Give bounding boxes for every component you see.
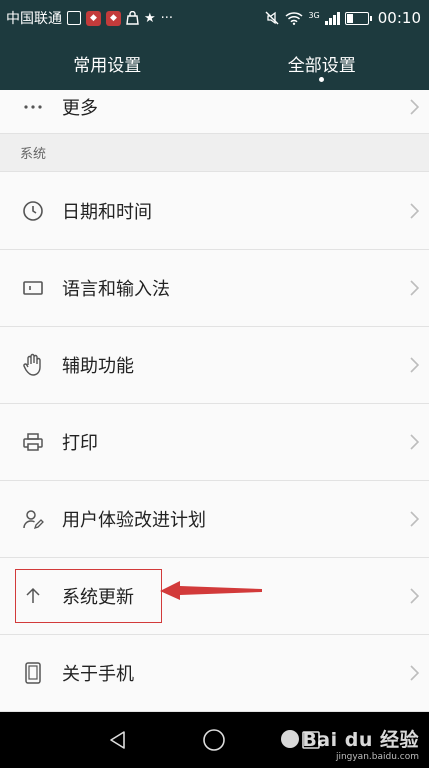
watermark-url: jingyan.baidu.com	[335, 752, 419, 762]
settings-item-label: 更多	[62, 97, 98, 119]
settings-item-system-update[interactable]: 系统更新	[0, 558, 429, 635]
tab-all-settings[interactable]: 全部设置	[215, 36, 429, 90]
back-nav-icon[interactable]	[98, 720, 138, 760]
settings-list: 更多 系统 日期和时间 语言和输入法 辅助功能 打印 用户体验改进计划 系统更新…	[0, 90, 429, 712]
settings-item-date-time[interactable]: 日期和时间	[0, 173, 429, 250]
settings-item-label: 关于手机	[62, 664, 134, 685]
bag-notification-icon	[126, 11, 139, 25]
printer-icon	[20, 429, 46, 455]
ellipsis-icon	[20, 94, 46, 120]
chevron-right-icon	[399, 665, 429, 681]
section-header-system: 系统	[0, 134, 429, 172]
hand-icon	[20, 352, 46, 378]
settings-item-label: 用户体验改进计划	[62, 510, 206, 531]
settings-item-accessibility[interactable]: 辅助功能	[0, 327, 429, 404]
chevron-right-icon	[399, 588, 429, 604]
app-notification-icon: ◆	[86, 10, 101, 26]
app-notification-icon-2: ◆	[106, 10, 121, 26]
arrow-up-icon	[20, 583, 46, 609]
battery-icon	[344, 11, 372, 25]
status-bar: 中国联通 ◆ ◆ ★ ··· 3G 00:10	[0, 0, 429, 36]
status-bar-right: 3G 00:10	[264, 9, 421, 27]
baidu-watermark: Bai du 经验 jingyan.baidu.com	[281, 725, 419, 762]
paw-logo-icon	[281, 729, 300, 748]
network-type: 3G	[308, 11, 320, 20]
settings-item-label: 日期和时间	[62, 202, 152, 223]
image-notification-icon	[67, 11, 81, 25]
chevron-right-icon	[399, 203, 429, 219]
settings-item-label: 辅助功能	[62, 356, 134, 377]
home-nav-icon[interactable]	[194, 720, 234, 760]
settings-item-print[interactable]: 打印	[0, 404, 429, 481]
clock-icon	[20, 198, 46, 224]
mute-icon	[264, 10, 280, 26]
navigation-bar: Bai du 经验 jingyan.baidu.com	[0, 712, 429, 768]
keyboard-icon	[20, 275, 46, 301]
tab-label: 全部设置	[287, 55, 356, 76]
settings-item-about-phone[interactable]: 关于手机	[0, 635, 429, 712]
chevron-right-icon	[399, 511, 429, 527]
settings-item-label: 系统更新	[62, 587, 134, 608]
settings-item-more[interactable]: 更多	[0, 90, 429, 134]
settings-item-user-experience[interactable]: 用户体验改进计划	[0, 481, 429, 558]
carrier-name: 中国联通	[6, 11, 62, 27]
clock-time: 00:10	[377, 9, 421, 27]
settings-item-language-input[interactable]: 语言和输入法	[0, 250, 429, 327]
wifi-icon	[285, 11, 303, 25]
tab-label: 常用设置	[73, 55, 142, 76]
user-edit-icon	[20, 506, 46, 532]
watermark-brand-text: Bai du 经验	[302, 729, 419, 751]
chevron-right-icon	[399, 357, 429, 373]
tab-common-settings[interactable]: 常用设置	[0, 36, 215, 90]
signal-icon	[324, 11, 340, 25]
settings-tabs: 常用设置 全部设置	[0, 36, 429, 90]
settings-item-label: 打印	[62, 433, 98, 454]
more-notifications-icon: ···	[160, 10, 174, 26]
watermark-brand: Bai du 经验	[281, 725, 419, 752]
chevron-right-icon	[399, 280, 429, 296]
status-bar-left: 中国联通 ◆ ◆ ★ ···	[6, 8, 173, 28]
settings-item-label: 语言和输入法	[62, 279, 170, 300]
chevron-right-icon	[399, 98, 429, 115]
active-tab-indicator	[319, 77, 325, 82]
star-notification-icon: ★	[144, 10, 156, 26]
phone-icon	[20, 660, 46, 686]
chevron-right-icon	[399, 434, 429, 450]
settings-screen: 中国联通 ◆ ◆ ★ ··· 3G 00:10 常用设置 全部设置 更多 系统 …	[0, 0, 429, 768]
